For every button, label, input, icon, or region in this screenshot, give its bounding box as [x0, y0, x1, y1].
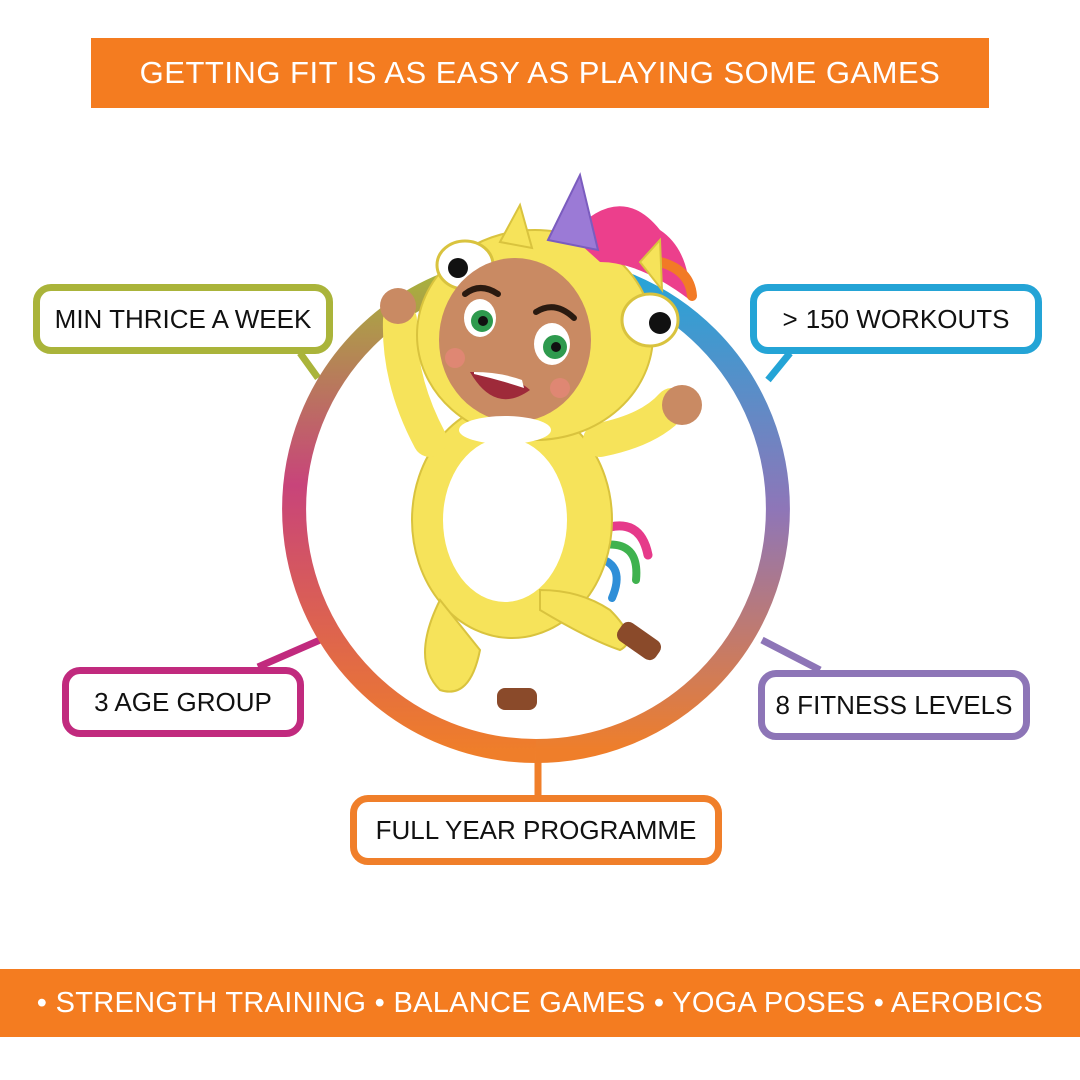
feature-fitness-levels-badge: 8 FITNESS LEVELS — [758, 670, 1030, 740]
unicorn-mascot-illustration — [380, 172, 702, 710]
footer-activities: • STRENGTH TRAINING • BALANCE GAMES • YO… — [36, 986, 1044, 1019]
feature-workouts-label: 150 WORKOUTS — [805, 303, 1010, 334]
feature-age-group-badge: 3 AGE GROUP — [62, 667, 304, 737]
feature-fitness-levels-label: 8 FITNESS LEVELS — [775, 689, 1013, 720]
footer-banner: • STRENGTH TRAINING • BALANCE GAMES • YO… — [0, 969, 1080, 1037]
feature-ring-illustration — [256, 172, 822, 795]
greater-than-icon: > — [782, 303, 798, 334]
feature-programme-label: FULL YEAR PROGRAMME — [375, 814, 697, 845]
feature-frequency-label: MIN THRICE A WEEK — [54, 303, 312, 334]
feature-frequency-badge: MIN THRICE A WEEK — [33, 284, 333, 354]
feature-workouts-badge: > 150 WORKOUTS — [750, 284, 1042, 354]
feature-age-group-label: 3 AGE GROUP — [94, 686, 272, 717]
feature-programme-badge: FULL YEAR PROGRAMME — [350, 795, 722, 865]
